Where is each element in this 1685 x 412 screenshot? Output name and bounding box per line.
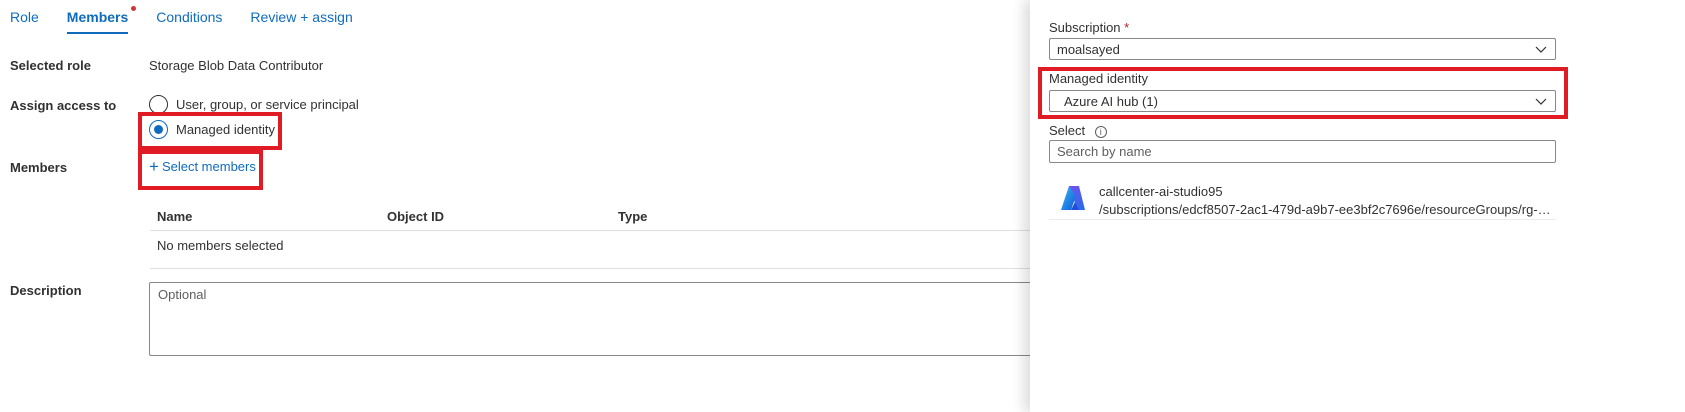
subscription-label: Subscription * <box>1049 20 1129 35</box>
select-label: Select i <box>1049 123 1107 138</box>
result-path: /subscriptions/edcf8507-2ac1-479d-a9b7-e… <box>1099 202 1554 217</box>
search-input[interactable] <box>1049 140 1556 163</box>
tab-role-label: Role <box>10 9 39 25</box>
chevron-down-icon <box>1535 46 1547 53</box>
members-table: Name Object ID Type No members selected <box>150 205 1030 269</box>
table-header: Name Object ID Type <box>150 205 1030 231</box>
result-name: callcenter-ai-studio95 <box>1099 184 1223 199</box>
description-textarea[interactable]: Optional <box>149 282 1031 356</box>
description-label: Description <box>10 283 82 298</box>
subscription-value: moalsayed <box>1057 41 1120 57</box>
selected-role-value: Storage Blob Data Contributor <box>149 58 324 73</box>
tab-bar: Role Members Conditions Review + assign <box>10 0 381 34</box>
unsaved-indicator-dot <box>131 6 137 11</box>
role-assignment-page: Role Members Conditions Review + assign … <box>0 0 1685 412</box>
tab-members[interactable]: Members <box>66 0 137 34</box>
subscription-label-text: Subscription <box>1049 20 1121 35</box>
tab-review-assign[interactable]: Review + assign <box>250 0 352 34</box>
azure-ai-hub-icon <box>1061 186 1085 210</box>
tab-members-label: Members <box>66 9 129 25</box>
list-item[interactable]: callcenter-ai-studio95 /subscriptions/ed… <box>1049 178 1556 220</box>
table-row: No members selected <box>150 231 1030 269</box>
required-marker: * <box>1124 20 1130 35</box>
members-label: Members <box>10 160 68 175</box>
highlight-box-select-members <box>138 150 263 190</box>
column-name[interactable]: Name <box>157 209 192 224</box>
radio-user-group-sp-label: User, group, or service principal <box>176 97 359 112</box>
column-type[interactable]: Type <box>618 209 647 224</box>
select-label-text: Select <box>1049 123 1086 138</box>
assign-access-label: Assign access to <box>10 98 117 113</box>
column-object-id[interactable]: Object ID <box>387 209 444 224</box>
tab-review-assign-label: Review + assign <box>250 9 353 25</box>
subscription-dropdown[interactable]: moalsayed <box>1049 38 1556 60</box>
selected-role-label: Selected role <box>10 58 91 73</box>
select-members-panel: Subscription * moalsayed Managed identit… <box>1030 0 1685 412</box>
highlight-box-managed-identity <box>138 112 282 150</box>
empty-table-text: No members selected <box>157 238 284 253</box>
tab-role[interactable]: Role <box>10 0 39 34</box>
highlight-box-managed-identity-dropdown <box>1038 67 1568 119</box>
info-icon[interactable]: i <box>1094 125 1107 138</box>
tab-conditions[interactable]: Conditions <box>156 0 222 34</box>
tab-conditions-label: Conditions <box>156 9 223 25</box>
